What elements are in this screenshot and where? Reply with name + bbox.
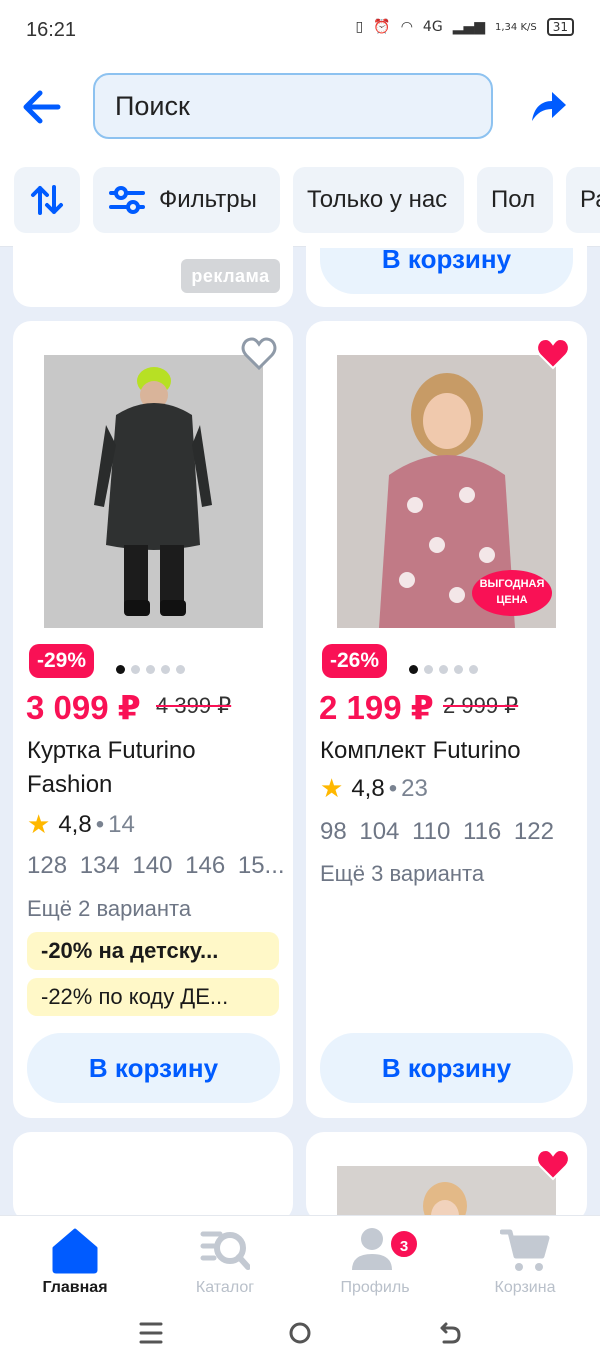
discount-badge: -26% (322, 644, 388, 678)
more-variants[interactable]: Ещё 2 варианта (27, 896, 191, 922)
image-pager-dots (409, 665, 478, 674)
nav-profile[interactable]: 3 Профиль (305, 1216, 435, 1311)
only-here-chip-label: Только у нас (307, 186, 448, 213)
filter-chips-row: Фильтры Только у нас Пол Ра (0, 155, 600, 247)
product-price: 3 099 ₽ (26, 689, 141, 726)
product-title-line2: Fashion (27, 771, 113, 798)
favorite-heart-filled-icon[interactable] (534, 335, 572, 373)
sort-icon (31, 185, 63, 215)
nav-home[interactable]: Главная (5, 1216, 135, 1311)
bottom-navigation: Главная Каталог 3 Профиль Корзина (0, 1215, 600, 1310)
search-box[interactable] (93, 73, 493, 139)
top-header (0, 60, 600, 155)
product-title-line1: Комплект Futurino (320, 737, 521, 764)
nav-catalog[interactable]: Каталог (155, 1216, 285, 1311)
product-rating: ★ 4,8 • 14 (27, 809, 135, 840)
product-title-line1: Куртка Futurino (27, 737, 196, 764)
rating-separator: • (95, 810, 105, 838)
product-old-price: 4 399 ₽ (156, 693, 232, 718)
nav-profile-label: Профиль (340, 1279, 410, 1296)
star-icon: ★ (27, 809, 51, 839)
filters-chip-label: Фильтры (159, 186, 257, 213)
add-to-cart-button[interactable]: В корзину (27, 1033, 280, 1103)
search-input[interactable] (95, 75, 491, 137)
product-old-price: 2 999 ₽ (443, 693, 519, 718)
profile-badge: 3 (388, 1228, 420, 1260)
speed-label: 1,34 K/S (495, 21, 537, 33)
reviews-count: 14 (108, 810, 135, 838)
back-arrow-icon[interactable] (20, 86, 62, 128)
next-product-image[interactable] (337, 1166, 556, 1222)
promo-tag: -22% по коду ДЕ... (27, 978, 279, 1016)
network-label: 4G (422, 19, 443, 35)
best-price-line1: ВЫГОДНАЯ (479, 578, 545, 590)
product-sizes: 98 104 110 116 122 (320, 818, 554, 845)
cart-icon (500, 1229, 550, 1271)
only-here-chip[interactable]: Только у нас (293, 167, 464, 233)
ad-badge: реклама (181, 259, 280, 293)
next-product-illustration (423, 1182, 467, 1222)
share-icon[interactable] (528, 87, 568, 127)
gender-chip[interactable]: Пол (477, 167, 553, 233)
product-sizes: 128 134 140 146 15... (27, 852, 285, 879)
rating-value: 4,8 (58, 810, 92, 838)
next-card-right[interactable] (306, 1132, 587, 1222)
next-card-left[interactable] (13, 1132, 293, 1222)
filters-chip[interactable]: Фильтры (93, 167, 280, 233)
extra-chip[interactable]: Ра (566, 167, 600, 233)
product-price: 2 199 ₽ (319, 689, 434, 726)
catalog-search-icon (200, 1231, 250, 1270)
signal-icon: ▂▄▆ (452, 19, 485, 35)
status-bar: 16:21 ▯ ⏰ ◠ 4G ▂▄▆ 1,34 K/S 31 (0, 0, 600, 60)
status-icons: ▯ ⏰ ◠ 4G ▂▄▆ 1,34 K/S 31 (356, 18, 574, 36)
best-price-badge: ВЫГОДНАЯ ЦЕНА (472, 570, 552, 616)
battery-icon: 31 (546, 18, 574, 36)
nav-home-label: Главная (42, 1279, 108, 1296)
more-variants[interactable]: Ещё 3 варианта (320, 861, 484, 887)
product-card[interactable]: -29% 3 099 ₽ 4 399 ₽ Куртка Futurino Fas… (13, 321, 293, 1118)
discount-badge: -29% (29, 644, 95, 678)
alarm-icon: ⏰ (373, 19, 391, 35)
vibrate-icon: ▯ (355, 19, 364, 35)
image-pager-dots (116, 665, 185, 674)
reviews-count: 23 (401, 774, 428, 802)
promo-tag: -20% на детску... (27, 932, 279, 970)
nav-catalog-label: Каталог (195, 1279, 255, 1296)
product-title[interactable]: Куртка Futurino Fashion (27, 734, 196, 802)
system-back-icon[interactable] (438, 1320, 462, 1346)
sort-button[interactable] (14, 167, 80, 233)
product-card[interactable]: ВЫГОДНАЯ ЦЕНА -26% 2 199 ₽ 2 999 ₽ Компл… (306, 321, 587, 1118)
product-rating: ★ 4,8 • 23 (320, 773, 428, 804)
star-icon: ★ (320, 773, 344, 803)
extra-chip-label: Ра (580, 186, 600, 213)
home-icon (52, 1228, 98, 1274)
product-image[interactable] (44, 355, 263, 628)
gender-chip-label: Пол (491, 186, 536, 213)
status-time: 16:21 (26, 19, 77, 41)
jacket-illustration (44, 355, 263, 628)
recent-apps-icon[interactable] (139, 1320, 163, 1346)
system-navigation (0, 1310, 600, 1365)
home-circle-icon[interactable] (288, 1321, 312, 1345)
add-to-cart-button[interactable]: В корзину (320, 1033, 573, 1103)
nav-cart[interactable]: Корзина (455, 1216, 585, 1311)
wifi-icon: ◠ (400, 19, 413, 35)
nav-cart-label: Корзина (494, 1279, 556, 1296)
rating-value: 4,8 (351, 774, 385, 802)
rating-separator: • (388, 774, 398, 802)
favorite-heart-icon[interactable] (240, 335, 278, 373)
prev-add-to-cart-button[interactable]: В корзину (320, 246, 573, 294)
favorite-heart-filled-icon[interactable] (534, 1146, 572, 1184)
best-price-line2: ЦЕНА (496, 594, 528, 606)
filters-icon (109, 186, 145, 214)
product-title[interactable]: Комплект Futurino (320, 734, 521, 768)
